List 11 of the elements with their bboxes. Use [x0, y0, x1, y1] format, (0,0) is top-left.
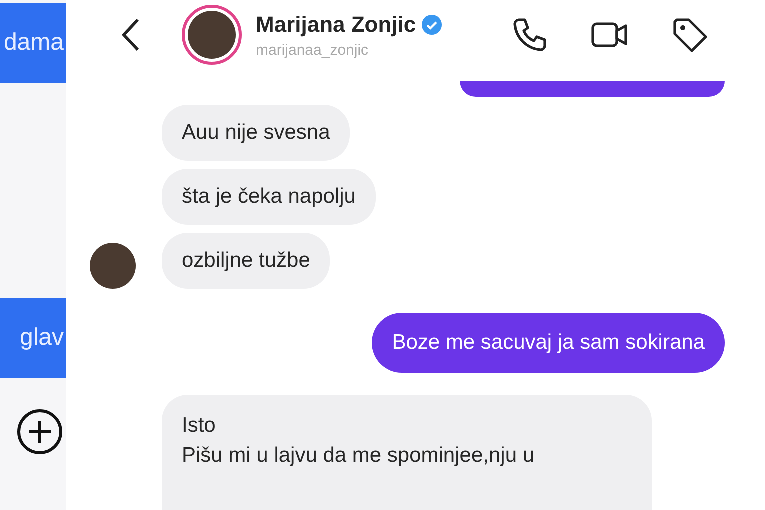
message-bubble: dama	[0, 3, 66, 83]
add-icon[interactable]	[16, 408, 64, 456]
received-message: šta je čeka napolju	[162, 169, 376, 225]
received-message: ozbiljne tužbe	[162, 233, 330, 289]
message-line: Pišu mi u lajvu da me spominjee,nju u	[182, 443, 536, 469]
received-message: Auu nije svesna	[162, 105, 350, 161]
message-bubble: glav	[0, 298, 66, 378]
message-line: Isto	[182, 413, 217, 439]
username: marijanaa_zonjic	[256, 42, 370, 58]
sent-message: Boze me sacuvaj ja sam sokirana	[372, 313, 725, 373]
contact-name: Marijana Zonjic	[256, 12, 416, 38]
